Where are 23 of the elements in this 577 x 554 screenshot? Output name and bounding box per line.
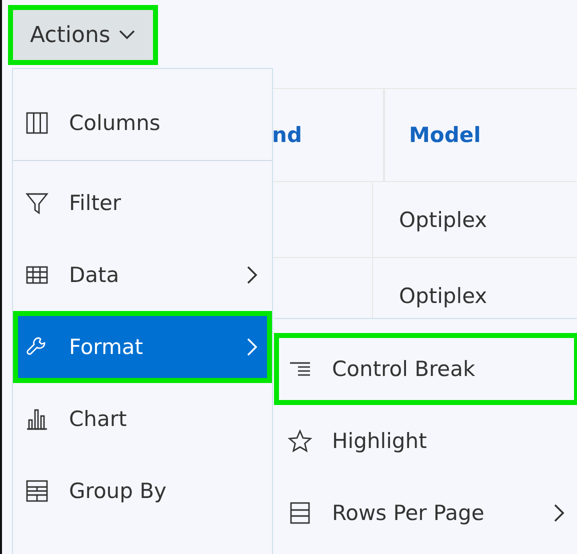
filter-icon bbox=[25, 191, 49, 215]
column-header[interactable]: Model bbox=[383, 89, 577, 181]
menu-item[interactable]: Data bbox=[13, 239, 272, 311]
chevron-right-icon bbox=[246, 265, 258, 285]
columns-icon bbox=[25, 110, 49, 134]
chevron-right-icon bbox=[246, 337, 258, 357]
menu-item[interactable]: Control Break bbox=[274, 333, 577, 405]
menu-item[interactable]: Highlight bbox=[274, 405, 577, 477]
menu-item[interactable]: Filter bbox=[13, 167, 272, 239]
menu-item[interactable]: Group By bbox=[13, 455, 272, 527]
menu-item[interactable]: Columns bbox=[13, 85, 272, 161]
table-cell: Optiplex bbox=[372, 182, 577, 257]
star-icon bbox=[288, 429, 312, 453]
menu-item[interactable]: Format bbox=[13, 311, 272, 383]
menu-item[interactable]: Rows Per Page bbox=[274, 477, 577, 549]
caret-icon bbox=[118, 29, 136, 41]
actions-button[interactable]: Actions bbox=[8, 5, 158, 65]
rows-icon bbox=[288, 501, 312, 525]
column-header[interactable]: nd bbox=[272, 89, 383, 181]
bar-chart-icon bbox=[25, 407, 49, 431]
group-by-icon bbox=[25, 479, 49, 503]
menu-item[interactable]: Chart bbox=[13, 383, 272, 455]
chevron-right-icon bbox=[553, 503, 565, 523]
